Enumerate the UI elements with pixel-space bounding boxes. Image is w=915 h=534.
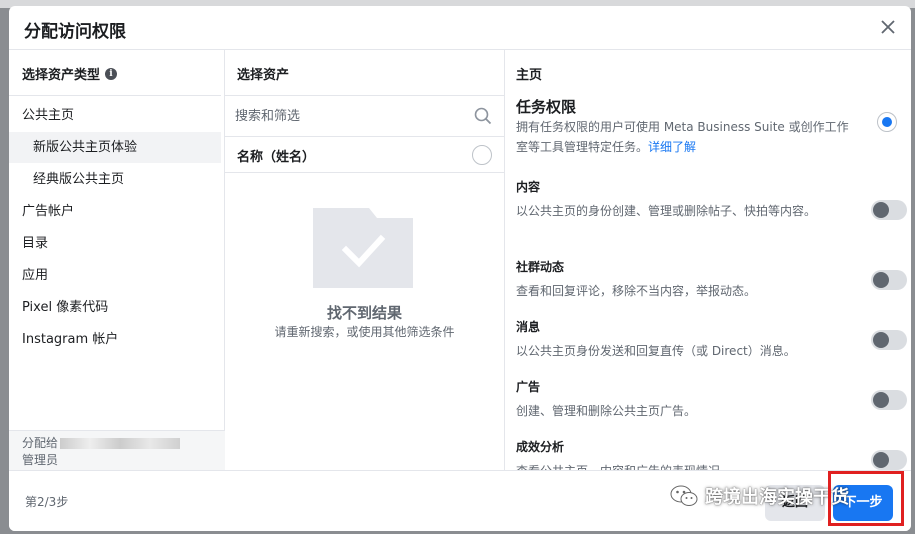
asset-type-ad-accounts[interactable]: 广告帐户 bbox=[9, 196, 221, 227]
empty-state-title: 找不到结果 bbox=[326, 304, 402, 322]
permission-ads: 广告 创建、管理和删除公共主页广告。 bbox=[516, 378, 901, 421]
permission-name: 广告 bbox=[516, 380, 541, 394]
permission-description: 以公共主页身份发送和回复直传（或 Direct）消息。 bbox=[516, 344, 796, 358]
step-indicator: 第2/3步 bbox=[25, 495, 69, 509]
name-column-header: 名称（姓名） bbox=[237, 150, 316, 165]
asset-type-heading: 选择资产类型 i bbox=[22, 64, 118, 83]
assignee-summary: 分配给 管理员 bbox=[9, 430, 225, 470]
asset-type-catalogs[interactable]: 目录 bbox=[9, 228, 221, 259]
asset-type-instagram[interactable]: Instagram 帐户 bbox=[9, 324, 221, 355]
asset-type-column: 选择资产类型 i 公共主页 新版公共主页体验 经典版公共主页 广告帐户 目录 应… bbox=[9, 50, 225, 470]
info-icon[interactable]: i bbox=[105, 67, 118, 80]
close-icon bbox=[881, 20, 895, 34]
empty-state-subtitle: 请重新搜索，或使用其他筛选条件 bbox=[274, 325, 455, 339]
dialog-footer: 第2/3步 返回 下一步 跨境出海实操干货 bbox=[9, 470, 911, 531]
empty-folder-icon bbox=[313, 208, 413, 288]
asset-type-classic-pages[interactable]: 经典版公共主页 bbox=[9, 164, 221, 195]
asset-type-new-pages[interactable]: 新版公共主页体验 bbox=[9, 132, 221, 163]
assignee-role: 管理员 bbox=[22, 453, 59, 467]
next-button-highlight bbox=[828, 471, 904, 526]
task-access-title: 任务权限 bbox=[516, 98, 577, 116]
toggle-ads[interactable] bbox=[871, 390, 907, 410]
asset-type-pixels[interactable]: Pixel 像素代码 bbox=[9, 292, 221, 323]
permission-name: 内容 bbox=[516, 180, 541, 194]
permission-community: 社群动态 查看和回复评论，移除不当内容，举报动态。 bbox=[516, 258, 901, 301]
toggle-content[interactable] bbox=[871, 200, 907, 220]
permission-messages: 消息 以公共主页身份发送和回复直传（或 Direct）消息。 bbox=[516, 318, 901, 361]
task-access-radio[interactable] bbox=[877, 112, 897, 132]
wechat-icon bbox=[670, 485, 698, 506]
divider bbox=[9, 95, 221, 96]
redacted-name bbox=[60, 438, 181, 449]
toggle-messages[interactable] bbox=[871, 330, 907, 350]
toggle-insights[interactable] bbox=[871, 450, 907, 470]
permission-name: 消息 bbox=[516, 320, 541, 334]
assignee-label: 分配给 bbox=[22, 436, 59, 450]
search-input[interactable] bbox=[235, 104, 455, 128]
learn-more-link[interactable]: 详细了解 bbox=[648, 140, 696, 154]
dialog-title: 分配访问权限 bbox=[24, 22, 126, 42]
search-icon[interactable] bbox=[474, 107, 492, 125]
assign-access-dialog: 分配访问权限 选择资产类型 i 公共主页 新版公共主页体验 经典版公共主页 广告… bbox=[9, 6, 911, 531]
toggle-community[interactable] bbox=[871, 270, 907, 290]
permission-insights: 成效分析 查看公共主页、内容和广告的表现情况。 bbox=[516, 438, 901, 470]
permission-section-heading: 主页 bbox=[516, 68, 543, 83]
asset-column: 选择资产 名称（姓名） 找不到结果 请重新搜索，或使用其他筛选条件 bbox=[225, 50, 505, 470]
dialog-header: 分配访问权限 bbox=[9, 6, 911, 50]
asset-type-apps[interactable]: 应用 bbox=[9, 260, 221, 291]
select-all-row: 名称（姓名） bbox=[225, 137, 504, 173]
permission-list[interactable]: 主页 任务权限 拥有任务权限的用户可使用 Meta Business Suite… bbox=[505, 50, 911, 470]
watermark: 跨境出海实操干货 bbox=[669, 483, 849, 509]
asset-search bbox=[225, 96, 504, 136]
task-access-description: 拥有任务权限的用户可使用 Meta Business Suite 或创作工作室等… bbox=[516, 120, 849, 154]
permission-content: 内容 以公共主页的身份创建、管理或删除帖子、快拍等内容。 bbox=[516, 178, 901, 221]
permission-name: 成效分析 bbox=[516, 440, 565, 454]
permission-description: 以公共主页的身份创建、管理或删除帖子、快拍等内容。 bbox=[516, 204, 817, 218]
permission-description: 查看和回复评论，移除不当内容，举报动态。 bbox=[516, 284, 757, 298]
permission-description: 创建、管理和删除公共主页广告。 bbox=[516, 404, 697, 418]
permission-column: 主页 任务权限 拥有任务权限的用户可使用 Meta Business Suite… bbox=[505, 50, 911, 470]
permission-description: 查看公共主页、内容和广告的表现情况。 bbox=[516, 461, 846, 470]
select-all-radio[interactable] bbox=[472, 145, 492, 165]
asset-type-pages[interactable]: 公共主页 bbox=[9, 100, 221, 131]
permission-name: 社群动态 bbox=[516, 260, 565, 274]
asset-heading: 选择资产 bbox=[237, 68, 290, 83]
close-button[interactable] bbox=[877, 16, 899, 38]
